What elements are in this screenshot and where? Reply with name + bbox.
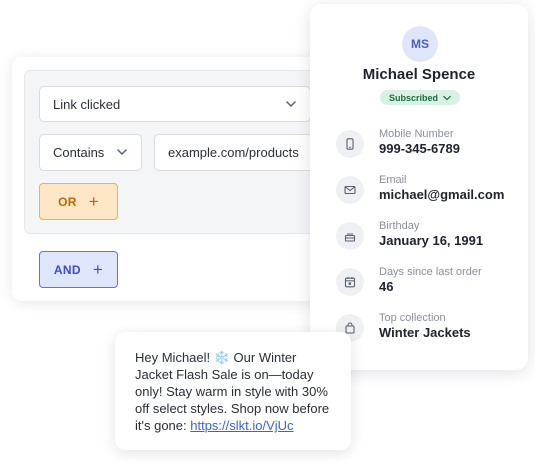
field-value: 999-345-6789 (379, 141, 460, 156)
value-input-text: example.com/products (168, 145, 299, 160)
segment-filter-card: Link clicked Contains example.com/produc… (12, 57, 342, 301)
field-label: Email (379, 174, 407, 186)
field-email: Email michael@gmail.com (336, 174, 526, 210)
event-select-value: Link clicked (53, 96, 121, 112)
cake-icon (336, 222, 364, 250)
or-button[interactable]: OR + (39, 183, 118, 220)
field-value: January 16, 1991 (379, 233, 484, 248)
avatar-initials: MS (411, 37, 429, 51)
status-label: Subscribed (388, 92, 438, 103)
event-select[interactable]: Link clicked (39, 86, 311, 122)
operator-select-value: Contains (53, 145, 105, 160)
plus-icon: + (92, 260, 104, 279)
profile-name: Michael Spence (362, 66, 476, 83)
field-label: Mobile Number (379, 128, 454, 140)
or-label: OR (58, 194, 77, 209)
sms-message-preview: Hey Michael! ❄️ Our Winter Jacket Flash … (115, 332, 351, 450)
phone-icon (336, 130, 364, 158)
field-mobile-number: Mobile Number 999-345-6789 (336, 128, 526, 164)
field-value: Winter Jackets (379, 325, 471, 340)
calendar-icon (336, 268, 364, 296)
and-button[interactable]: AND + (39, 251, 118, 288)
field-value: michael@gmail.com (379, 187, 505, 202)
status-badge[interactable]: Subscribed (380, 90, 460, 105)
and-label: AND (53, 262, 81, 277)
field-label: Birthday (379, 220, 420, 232)
customer-profile-card: MS Michael Spence Subscribed Mobile Numb… (310, 4, 528, 370)
value-input[interactable]: example.com/products (154, 134, 314, 171)
plus-icon: + (88, 192, 99, 211)
rule-group: Link clicked Contains example.com/produc… (24, 70, 330, 234)
operator-select[interactable]: Contains (39, 134, 142, 171)
mail-icon (336, 176, 364, 204)
field-top-collection: Top collection Winter Jackets (336, 312, 526, 348)
field-label: Top collection (379, 312, 446, 324)
chevron-down-icon (286, 101, 296, 107)
field-label: Days since last order (379, 266, 482, 278)
field-birthday: Birthday January 16, 1991 (336, 220, 526, 256)
chevron-down-icon (117, 149, 127, 155)
avatar: MS (402, 26, 438, 62)
sms-link[interactable]: https://slkt.io/VjUc (190, 418, 293, 433)
chevron-down-icon (443, 95, 451, 100)
field-days-since-last-order: Days since last order 46 (336, 266, 526, 302)
field-value: 46 (379, 279, 394, 294)
